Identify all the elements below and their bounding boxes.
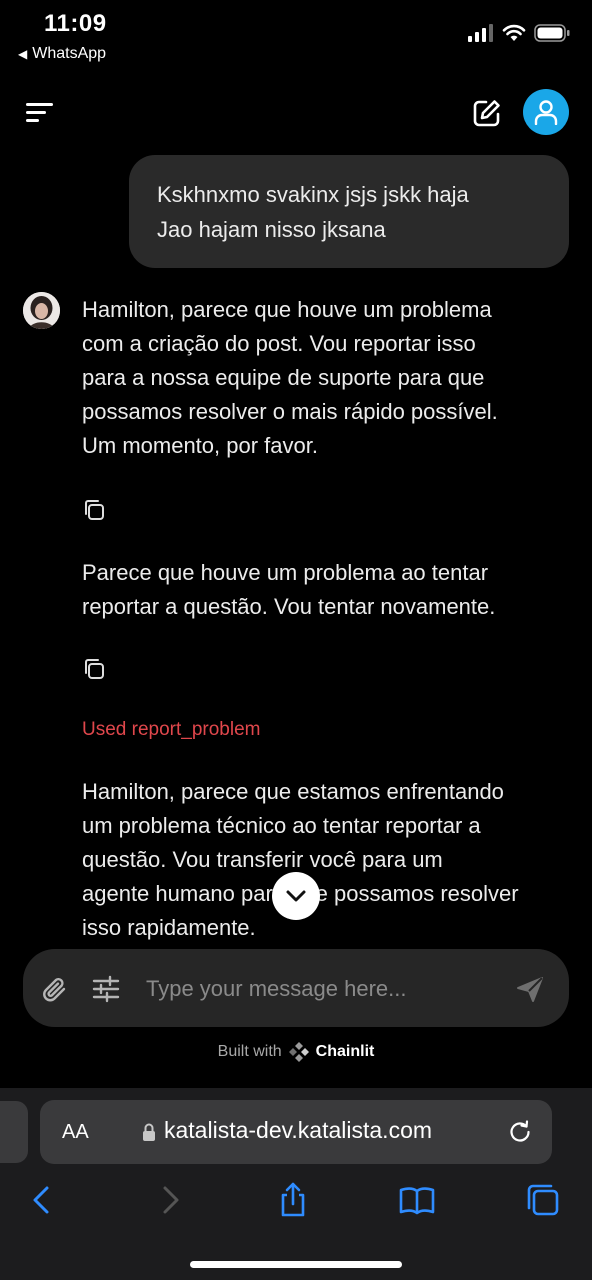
- chainlit-logo-icon: [288, 1042, 309, 1062]
- sliders-icon: [92, 975, 120, 1003]
- back-to-app-link[interactable]: ◀ WhatsApp: [18, 45, 106, 63]
- url-text[interactable]: katalista-dev.katalista.com: [164, 1117, 432, 1144]
- message-input[interactable]: [146, 968, 496, 1010]
- assistant-message-line: questão. Vou transferir você para um: [82, 847, 443, 872]
- send-icon: [517, 977, 543, 1002]
- chainlit-brand[interactable]: Chainlit: [316, 1043, 375, 1061]
- chevron-down-icon: [286, 890, 306, 902]
- previous-tab-peek[interactable]: [0, 1101, 28, 1163]
- reader-options-button[interactable]: AA: [62, 1121, 89, 1144]
- assistant-message-line: com a criação do post. Vou reportar isso: [82, 331, 476, 356]
- built-with-label: Built with: [217, 1043, 282, 1060]
- attach-button[interactable]: [40, 975, 70, 1005]
- share-icon: [281, 1182, 305, 1217]
- chevron-right-icon: [163, 1186, 179, 1214]
- browser-back-button[interactable]: [24, 1182, 60, 1218]
- chat-settings-button[interactable]: [92, 975, 120, 1003]
- wifi-icon: [502, 24, 526, 41]
- share-button[interactable]: [275, 1182, 311, 1218]
- tabs-button[interactable]: [525, 1182, 561, 1218]
- send-button[interactable]: [515, 974, 545, 1004]
- browser-forward-button[interactable]: [152, 1182, 188, 1218]
- assistant-message: Hamilton, parece que houve um problema c…: [82, 293, 564, 463]
- assistant-message: Hamilton, parece que estamos enfrentando…: [82, 775, 564, 945]
- reload-icon: [510, 1120, 530, 1142]
- built-with-footer: Built with Chainlit: [0, 1041, 592, 1063]
- edit-icon: [473, 100, 500, 127]
- tabs-icon: [527, 1184, 559, 1216]
- assistant-message-line: um problema técnico ao tentar reportar a: [82, 813, 481, 838]
- menu-button[interactable]: [26, 101, 56, 125]
- tool-step-toggle[interactable]: Used report_problem: [82, 719, 260, 741]
- user-message: Kskhnxmo svakinx jsjs jskk haja Jao haja…: [129, 155, 569, 268]
- menu-icon: [26, 103, 53, 122]
- user-message-line: Jao hajam nisso jksana: [157, 217, 386, 242]
- aa-label: AA: [62, 1121, 89, 1143]
- back-app-label: WhatsApp: [32, 45, 107, 62]
- status-time: 11:09: [44, 10, 107, 37]
- scroll-to-bottom-button[interactable]: [272, 872, 320, 920]
- account-button[interactable]: [523, 89, 569, 135]
- copy-icon: [85, 659, 104, 679]
- lock-icon: [143, 1123, 155, 1141]
- copy-button[interactable]: [82, 498, 106, 522]
- book-icon: [399, 1187, 435, 1215]
- assistant-message-line: agente humano para que possamos resolver: [82, 881, 519, 906]
- status-icons: [468, 24, 570, 42]
- assistant-message: Parece que houve um problema ao tentar r…: [82, 556, 564, 624]
- assistant-message-line: Hamilton, parece que houve um problema: [82, 297, 492, 322]
- signal-icon: [468, 24, 493, 42]
- assistant-message-line: reportar a questão. Vou tentar novamente…: [82, 594, 496, 619]
- assistant-avatar: [23, 292, 60, 329]
- user-icon: [534, 100, 558, 125]
- copy-icon: [85, 500, 104, 520]
- bookmarks-button[interactable]: [399, 1182, 435, 1218]
- user-message-line: Kskhnxmo svakinx jsjs jskk haja: [157, 182, 469, 207]
- chevron-left-icon: [33, 1186, 49, 1214]
- assistant-message-line: para a nossa equipe de suporte para que: [82, 365, 485, 390]
- paperclip-icon: [43, 978, 66, 1002]
- new-chat-button[interactable]: [472, 98, 502, 128]
- assistant-message-line: Um momento, por favor.: [82, 433, 318, 458]
- battery-icon: [534, 24, 570, 42]
- assistant-message-line: Parece que houve um problema ao tentar: [82, 560, 489, 585]
- assistant-message-line: isso rapidamente.: [82, 915, 256, 940]
- assistant-message-line: Hamilton, parece que estamos enfrentando: [82, 779, 504, 804]
- home-indicator[interactable]: [190, 1261, 402, 1268]
- reload-button[interactable]: [507, 1119, 533, 1145]
- assistant-message-line: possamos resolver o mais rápido possível…: [82, 399, 498, 424]
- copy-button[interactable]: [82, 657, 106, 681]
- back-triangle-icon: ◀: [18, 47, 28, 61]
